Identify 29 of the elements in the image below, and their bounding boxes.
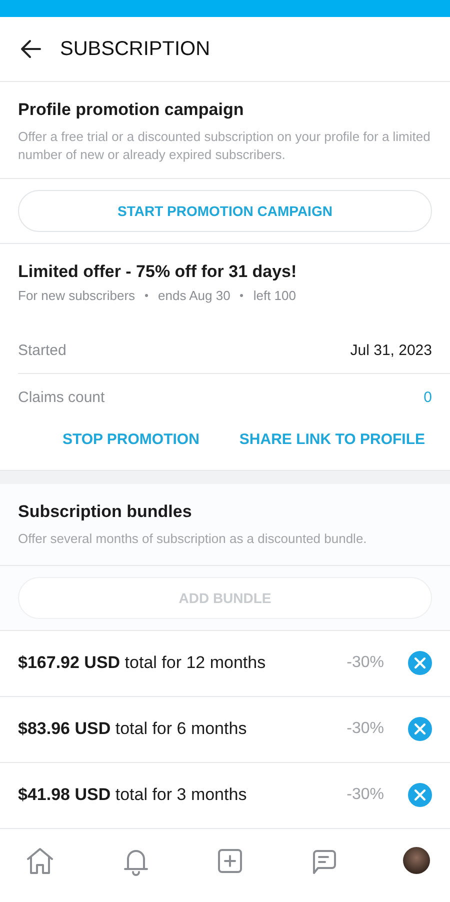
home-icon[interactable] xyxy=(24,846,56,876)
avatar[interactable] xyxy=(403,847,430,874)
offer-detail: ends Aug 30 xyxy=(158,288,230,304)
section-title: Subscription bundles xyxy=(18,502,193,522)
back-arrow-icon[interactable] xyxy=(20,39,42,59)
detail-value: 0 xyxy=(424,389,432,406)
offer-title: Limited offer - 75% off for 31 days! xyxy=(18,262,298,282)
remove-icon[interactable] xyxy=(408,717,432,742)
action-link[interactable]: STOP PROMOTION xyxy=(62,431,200,448)
offer-detail: For new subscribers xyxy=(18,288,136,304)
start-promotion-button[interactable]: START PROMOTION CAMPAIGN xyxy=(18,190,432,232)
bundle-price: $41.98 USD total for 3 months xyxy=(18,785,248,806)
bundle-price: $167.92 USD total for 12 months xyxy=(18,653,267,674)
action-link[interactable]: SHARE LINK TO PROFILE xyxy=(239,431,425,448)
bundle-discount: -30% xyxy=(346,720,384,738)
bundle-discount: -30% xyxy=(346,786,384,804)
remove-icon[interactable] xyxy=(408,651,432,676)
add-icon[interactable] xyxy=(216,846,244,875)
detail-label: Claims count xyxy=(18,389,105,406)
section-title: Profile promotion campaign xyxy=(18,100,245,120)
detail-value: Jul 31, 2023 xyxy=(350,342,432,359)
section-description: Offer a free trial or a discounted subscription on your profile for a limited number of new or already expired subscribers. xyxy=(18,128,432,164)
page-title: SUBSCRIPTION xyxy=(60,38,210,60)
section-description: Offer several months of subscription as a discounted bundle. xyxy=(18,530,368,548)
bundle-discount: -30% xyxy=(346,654,384,672)
remove-icon[interactable] xyxy=(408,783,432,808)
bundle-price: $83.96 USD total for 6 months xyxy=(18,719,248,740)
offer-detail: left 100 xyxy=(253,288,296,304)
detail-label: Started xyxy=(18,342,66,359)
